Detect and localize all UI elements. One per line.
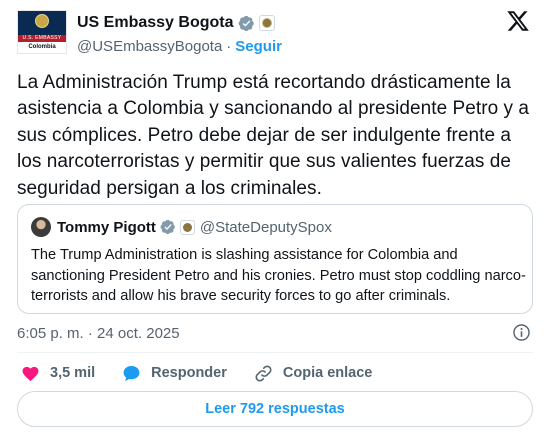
author-name-row: US Embassy Bogota bbox=[77, 12, 276, 34]
quoted-handle: @StateDeputySpox bbox=[199, 218, 332, 236]
tweet-timestamp[interactable]: 6:05 p. m. · 24 oct. 2025 bbox=[17, 324, 180, 342]
verified-badge-icon[interactable] bbox=[238, 15, 255, 32]
avatar-country-text: Colombia bbox=[28, 44, 56, 50]
avatar[interactable]: U.S. EMBASSY Colombia bbox=[17, 10, 67, 54]
copy-link-button[interactable]: Copia enlace bbox=[254, 364, 372, 383]
x-logo-icon[interactable] bbox=[506, 9, 530, 33]
author-handle[interactable]: @USEmbassyBogota bbox=[77, 38, 222, 55]
info-icon[interactable] bbox=[512, 323, 531, 342]
verified-badge-icon bbox=[160, 219, 175, 235]
speech-bubble-icon bbox=[123, 365, 140, 381]
government-affiliation-icon[interactable] bbox=[259, 15, 276, 31]
follow-button[interactable]: Seguir bbox=[235, 38, 282, 55]
tweet-text: La Administración Trump está recortando … bbox=[17, 72, 530, 199]
tweet-card: U.S. EMBASSY Colombia US Embassy Bogota … bbox=[0, 0, 546, 437]
copy-link-label: Copia enlace bbox=[282, 365, 373, 381]
quoted-text: The Trump Administration is slashing ass… bbox=[31, 247, 526, 305]
reply-label: Responder bbox=[151, 365, 227, 381]
divider bbox=[17, 352, 533, 353]
like-count: 3,5 mil bbox=[50, 365, 96, 381]
quoted-tweet[interactable]: Tommy Pigott @StateDeputySpox The Trump … bbox=[17, 204, 533, 314]
quoted-author-row: Tommy Pigott @StateDeputySpox bbox=[57, 217, 332, 237]
author-handle-row: @USEmbassyBogota · Seguir bbox=[77, 37, 282, 55]
action-bar: 3,5 mil Responder Copia enlace bbox=[17, 362, 372, 384]
handle-separator: · bbox=[226, 37, 232, 55]
quoted-avatar[interactable] bbox=[31, 217, 51, 237]
heart-icon bbox=[22, 366, 39, 381]
reply-button[interactable]: Responder bbox=[122, 364, 227, 383]
quoted-display-name: Tommy Pigott bbox=[57, 218, 156, 236]
link-icon bbox=[255, 364, 272, 382]
government-affiliation-icon bbox=[179, 219, 195, 235]
embassy-seal-icon bbox=[35, 14, 49, 28]
like-button[interactable]: 3,5 mil bbox=[21, 364, 95, 383]
read-replies-button[interactable]: Leer 792 respuestas bbox=[17, 391, 533, 427]
avatar-band-text: U.S. EMBASSY bbox=[18, 35, 66, 42]
author-display-name[interactable]: US Embassy Bogota bbox=[77, 14, 233, 32]
